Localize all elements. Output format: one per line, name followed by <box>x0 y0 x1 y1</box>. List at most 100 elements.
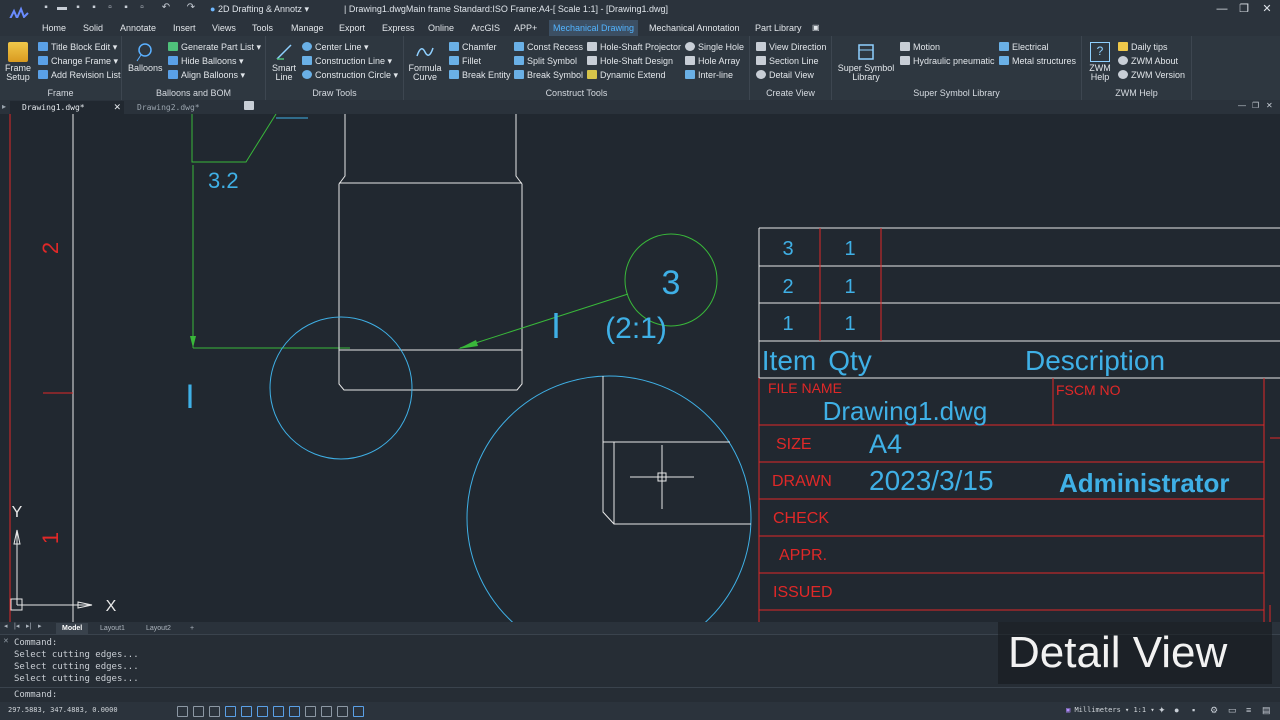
annotation-monitor-icon[interactable] <box>353 706 364 717</box>
doc-close-icon[interactable]: ✕ <box>1266 101 1273 110</box>
inter-line-button[interactable]: Inter-line <box>685 69 733 81</box>
undo-icon[interactable]: ↶ <box>160 2 172 14</box>
close-icon[interactable]: ✕ <box>1259 1 1275 17</box>
tab-home[interactable]: Home <box>42 20 66 36</box>
tab-online[interactable]: Online <box>428 20 454 36</box>
command-prompt[interactable]: Command: <box>14 690 57 700</box>
tab-insert[interactable]: Insert <box>173 20 196 36</box>
super-symbol-library-button[interactable]: Super Symbol Library <box>836 42 896 82</box>
ribbon-toggle-icon[interactable]: ▣ <box>812 20 820 36</box>
tab-menu-icon[interactable]: ▸ <box>2 102 6 111</box>
frame-setup-button[interactable]: Frame Setup <box>4 42 32 82</box>
change-frame-button[interactable]: Change Frame ▾ <box>38 55 118 67</box>
plot-icon[interactable]: ▫ <box>136 2 148 14</box>
fillet-button[interactable]: Fillet <box>449 55 481 67</box>
tab-arcgis[interactable]: ArcGIS <box>471 20 500 36</box>
hydraulic-pneumatic-button[interactable]: Hydraulic pneumatic <box>900 55 995 67</box>
center-line-button[interactable]: Center Line ▾ <box>302 41 369 53</box>
tab-mechanical-drawing[interactable]: Mechanical Drawing <box>549 20 639 36</box>
dynamic-ucs-icon[interactable] <box>273 706 284 717</box>
grid-display-icon[interactable] <box>177 706 188 717</box>
tab-part-library[interactable]: Part Library <box>755 20 802 36</box>
add-layout-button[interactable]: + <box>184 623 200 634</box>
object-snap-icon[interactable] <box>241 706 252 717</box>
new-tab-icon[interactable] <box>244 101 254 110</box>
add-revision-list-button[interactable]: Add Revision List <box>38 69 121 81</box>
polar-tracking-icon[interactable] <box>225 706 236 717</box>
hide-balloons-button[interactable]: Hide Balloons ▾ <box>168 55 244 67</box>
doc-restore-icon[interactable]: ❐ <box>1252 101 1259 110</box>
tab-tools[interactable]: Tools <box>252 20 273 36</box>
formula-curve-button[interactable]: Formula Curve <box>408 42 442 82</box>
generate-part-list-button[interactable]: Generate Part List ▾ <box>168 41 261 53</box>
const-recess-button[interactable]: Const Recess <box>514 41 583 53</box>
construction-line-button[interactable]: Construction Line ▾ <box>302 55 392 67</box>
break-symbol-button[interactable]: Break Symbol <box>514 69 583 81</box>
align-balloons-button[interactable]: Align Balloons ▾ <box>168 69 245 81</box>
hardware-acceleration-icon[interactable]: ▪ <box>1192 705 1195 715</box>
smart-line-button[interactable]: Smart Line <box>270 42 298 82</box>
workspace-selector[interactable]: ● 2D Drafting & Annotz ▾ <box>210 2 309 16</box>
metal-structures-button[interactable]: Metal structures <box>999 55 1076 67</box>
isolate-objects-icon[interactable]: ● <box>1174 705 1179 715</box>
tab-views[interactable]: Views <box>212 20 236 36</box>
chamfer-button[interactable]: Chamfer <box>449 41 497 53</box>
balloons-button[interactable]: Balloons <box>128 42 163 73</box>
object-snap-tracking-icon[interactable] <box>257 706 268 717</box>
last-layout-icon[interactable]: ▸ <box>38 622 42 630</box>
command-window-close-icon[interactable]: ✕ <box>3 637 9 645</box>
motion-button[interactable]: Motion <box>900 41 940 53</box>
close-tab-icon[interactable]: ✕ <box>113 101 121 114</box>
zwm-help-button[interactable]: ? ZWM Help <box>1086 42 1114 82</box>
open-file-icon[interactable]: ▬ <box>56 2 68 14</box>
layout-tab-layout2[interactable]: Layout2 <box>140 623 177 634</box>
view-direction-button[interactable]: View Direction <box>756 41 826 53</box>
lock-ui-icon[interactable]: ✦ <box>1158 705 1166 716</box>
doc-minimize-icon[interactable]: — <box>1238 101 1246 110</box>
save-icon[interactable]: ▪ <box>72 2 84 14</box>
units-indicator[interactable]: ▣ Millimeters ▾ 1:1 ▾ <box>1066 706 1155 714</box>
dynamic-input-icon[interactable] <box>289 706 300 717</box>
customization-icon[interactable]: ≡ <box>1246 705 1251 715</box>
construction-circle-button[interactable]: Construction Circle ▾ <box>302 69 398 81</box>
restore-icon[interactable]: ❐ <box>1236 1 1252 17</box>
electrical-button[interactable]: Electrical <box>999 41 1049 53</box>
tab-express[interactable]: Express <box>382 20 415 36</box>
tab-annotate[interactable]: Annotate <box>120 20 156 36</box>
new-file-icon[interactable]: ▪ <box>40 2 52 14</box>
tab-app-plus[interactable]: APP+ <box>514 20 537 36</box>
layout-tab-layout1[interactable]: Layout1 <box>94 623 131 634</box>
redo-icon[interactable]: ↷ <box>185 2 197 14</box>
tab-solid[interactable]: Solid <box>83 20 103 36</box>
layout-tab-model[interactable]: Model <box>56 623 89 634</box>
doc-tab-drawing1[interactable]: Drawing1.dwg* ✕ <box>10 101 124 114</box>
next-layout-icon[interactable]: ▸| <box>26 622 31 630</box>
snap-mode-icon[interactable] <box>193 706 204 717</box>
ortho-mode-icon[interactable] <box>209 706 220 717</box>
clean-screen-icon[interactable]: ▭ <box>1228 705 1237 716</box>
first-layout-icon[interactable]: ◂ <box>4 622 8 630</box>
print-preview-icon[interactable]: ▫ <box>104 2 116 14</box>
save-as-icon[interactable]: ▪ <box>88 2 100 14</box>
drawing-canvas[interactable]: 2 1 3.2 I 3 I (2:1) Y X 3 1 2 1 1 1 Item… <box>0 114 1280 622</box>
title-block-edit-button[interactable]: Title Block Edit ▾ <box>38 41 117 53</box>
daily-tips-button[interactable]: Daily tips <box>1118 41 1168 53</box>
workspace-switch-icon[interactable]: ⚙ <box>1210 705 1218 716</box>
annotation-scale[interactable]: 1:1 <box>1133 706 1146 714</box>
tab-manage[interactable]: Manage <box>291 20 324 36</box>
transparency-icon[interactable] <box>321 706 332 717</box>
prev-layout-icon[interactable]: |◂ <box>14 622 19 630</box>
status-menu-icon[interactable]: ▤ <box>1262 705 1271 716</box>
single-hole-button[interactable]: Single Hole <box>685 41 744 53</box>
tab-mechanical-annotation[interactable]: Mechanical Annotation <box>649 20 740 36</box>
doc-tab-drawing2[interactable]: Drawing2.dwg* <box>125 101 237 114</box>
selection-cycling-icon[interactable] <box>337 706 348 717</box>
print-icon[interactable]: ▪ <box>120 2 132 14</box>
minimize-icon[interactable]: — <box>1214 1 1230 17</box>
break-entity-button[interactable]: Break Entity <box>449 69 511 81</box>
section-line-button[interactable]: Section Line <box>756 55 819 67</box>
hole-shaft-design-button[interactable]: Hole-Shaft Design <box>587 55 673 67</box>
zwm-about-button[interactable]: ZWM About <box>1118 55 1178 67</box>
dynamic-extend-button[interactable]: Dynamic Extend <box>587 69 666 81</box>
lineweight-icon[interactable] <box>305 706 316 717</box>
